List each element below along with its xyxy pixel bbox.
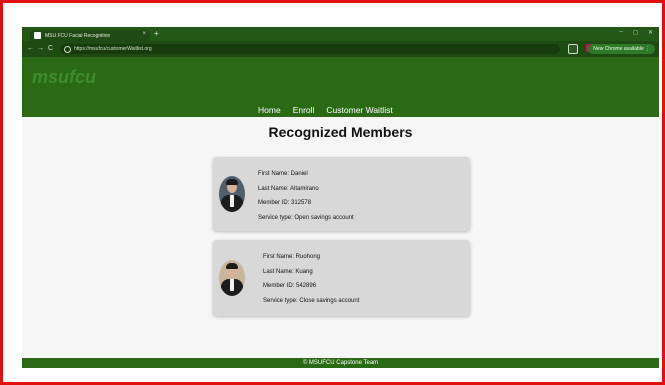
member-photo — [219, 176, 245, 212]
member-last-name: Last Name: Kuang — [263, 268, 313, 275]
member-first-name: First Name: Ruohong — [263, 254, 321, 260]
back-arrow-icon[interactable]: ← — [27, 45, 34, 52]
url-field[interactable]: https://msufcu/customerWaitlist.org — [60, 44, 560, 54]
member-service-type: Service type: Open savings account — [258, 214, 354, 221]
reload-icon[interactable]: C — [48, 45, 53, 52]
nav-home-link[interactable]: Home — [258, 105, 281, 115]
member-id: Member ID: 542896 — [263, 283, 317, 289]
minimize-icon[interactable]: – — [620, 29, 623, 36]
footer-text: © MSUFCU Capstone Team — [302, 360, 379, 366]
new-tab-button[interactable]: + — [154, 29, 159, 38]
member-photo — [219, 260, 245, 296]
nav-customer-waitlist-link[interactable]: Customer Waitlist — [326, 105, 392, 115]
maximize-icon[interactable]: ◻ — [633, 29, 638, 36]
member-first-name: First Name: Daniel — [258, 171, 308, 177]
close-window-icon[interactable]: ✕ — [648, 29, 653, 36]
member-card: First Name: Daniel Last Name: Altamirano… — [213, 157, 470, 231]
msufcu-logo[interactable]: msufcu — [32, 67, 96, 88]
site-info-icon[interactable] — [64, 46, 71, 53]
chrome-update-button[interactable]: New Chrome available ⋮ — [588, 44, 655, 54]
forward-arrow-icon[interactable]: → — [37, 45, 44, 52]
site-header: msufcu Home Enroll Customer Waitlist — [22, 57, 659, 117]
member-id: Member ID: 312578 — [258, 200, 312, 206]
tab-favicon-icon — [34, 32, 41, 39]
tab-close-icon[interactable]: × — [142, 31, 146, 37]
browser-window: MSU FCU Facial Recognition × + – ◻ ✕ ← →… — [22, 27, 659, 368]
extension-icon[interactable] — [568, 44, 578, 54]
browser-tab[interactable]: MSU FCU Facial Recognition × — [30, 30, 150, 41]
member-service-type: Service type: Close savings account — [263, 297, 360, 304]
address-bar-row: ← → C https://msufcu/customerWaitlist.or… — [22, 41, 659, 57]
member-card: First Name: Ruohong Last Name: Kuang Mem… — [213, 240, 470, 316]
nav-enroll-link[interactable]: Enroll — [293, 105, 315, 115]
member-info: First Name: Daniel Last Name: Altamirano… — [258, 167, 354, 225]
tab-title: MSU FCU Facial Recognition — [45, 32, 111, 39]
browser-titlebar: MSU FCU Facial Recognition × + – ◻ ✕ — [22, 27, 659, 41]
url-text: https://msufcu/customerWaitlist.org — [74, 46, 152, 52]
member-info: First Name: Ruohong Last Name: Kuang Mem… — [263, 250, 359, 308]
site-nav: Home Enroll Customer Waitlist — [258, 105, 393, 115]
site-footer: © MSUFCU Capstone Team — [22, 358, 659, 368]
member-last-name: Last Name: Altamirano — [258, 185, 319, 192]
page-title: Recognized Members — [268, 124, 413, 140]
window-controls: – ◻ ✕ — [620, 29, 653, 36]
